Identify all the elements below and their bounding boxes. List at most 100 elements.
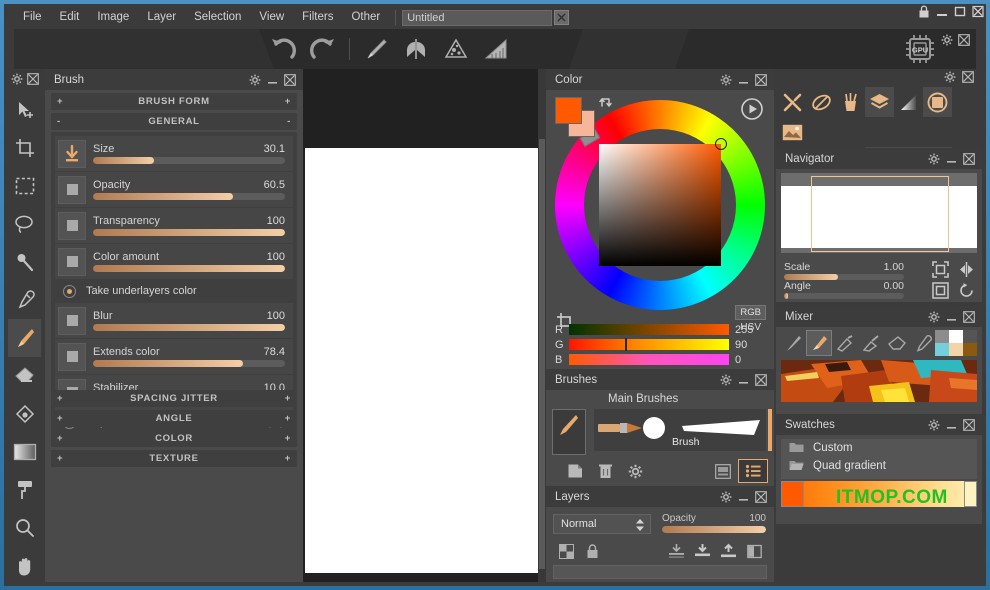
- undo-icon[interactable]: [264, 31, 302, 67]
- document-title-field[interactable]: Untitled: [402, 10, 552, 26]
- eyedropper-tool[interactable]: [8, 281, 41, 319]
- mixer-canvas[interactable]: [781, 360, 977, 402]
- pressure-toggle-icon[interactable]: [58, 343, 86, 371]
- gpu-indicator-icon[interactable]: GPU: [902, 31, 938, 67]
- canvas-document[interactable]: [305, 148, 538, 573]
- radio-button-selected[interactable]: [63, 285, 76, 298]
- close-icon[interactable]: [284, 74, 296, 86]
- minimize-icon[interactable]: [935, 5, 948, 18]
- color-mode-rgb[interactable]: RGB: [735, 305, 766, 320]
- tools-icon[interactable]: [778, 87, 807, 117]
- gear-icon[interactable]: [720, 374, 732, 386]
- minimize-icon[interactable]: [267, 74, 278, 85]
- lasso-tool[interactable]: [8, 205, 41, 243]
- channel-row-r[interactable]: R 255: [555, 323, 765, 336]
- channel-slider-b[interactable]: [569, 354, 729, 365]
- symmetry-icon[interactable]: [397, 31, 435, 67]
- zoom-tool[interactable]: [8, 509, 41, 547]
- merge-up-icon[interactable]: [715, 541, 741, 561]
- slider-row-opacity[interactable]: Opacity60.5: [55, 172, 293, 207]
- mini-swatch[interactable]: [963, 343, 977, 356]
- gear-icon[interactable]: [720, 74, 732, 86]
- radio-take-underlayers-color[interactable]: Take underlayers color: [55, 280, 293, 302]
- menu-item-view[interactable]: View: [250, 6, 293, 29]
- reset-rotation-icon[interactable]: [956, 282, 976, 299]
- actual-size-icon[interactable]: [930, 282, 950, 299]
- mixer-brush-icon[interactable]: [806, 330, 832, 356]
- menu-item-file[interactable]: File: [14, 6, 51, 29]
- close-icon[interactable]: [963, 419, 975, 431]
- slider-track[interactable]: [93, 193, 285, 200]
- gear-icon[interactable]: [944, 71, 956, 86]
- marquee-tool[interactable]: [8, 167, 41, 205]
- mixer-eraser-icon[interactable]: [884, 330, 910, 356]
- hand-tool[interactable]: [8, 547, 41, 585]
- slider-track[interactable]: [93, 324, 285, 331]
- gear-icon[interactable]: [249, 74, 261, 86]
- play-icon[interactable]: [740, 97, 764, 124]
- crop-tool[interactable]: [8, 129, 41, 167]
- navigator-angle-row[interactable]: Angle 0.00: [784, 280, 904, 299]
- active-brush-tile[interactable]: [552, 409, 586, 455]
- brush-scrollbar-thumb[interactable]: [768, 409, 772, 451]
- brush-preview-strip[interactable]: Brush: [594, 409, 766, 451]
- flip-icon[interactable]: [741, 541, 767, 561]
- brush-pot-icon[interactable]: [836, 87, 865, 117]
- merge-icon[interactable]: [689, 541, 715, 561]
- saturation-value-cursor[interactable]: [715, 138, 727, 150]
- redo-icon[interactable]: [304, 31, 342, 67]
- slider-track[interactable]: [784, 293, 904, 299]
- image-icon[interactable]: [778, 117, 807, 147]
- brush-tool[interactable]: [8, 319, 41, 357]
- foreground-color-swatch[interactable]: [555, 97, 582, 124]
- gear-icon[interactable]: [940, 33, 953, 46]
- gradient-icon[interactable]: [894, 87, 923, 117]
- fit-to-screen-icon[interactable]: [930, 261, 950, 278]
- gear-icon[interactable]: [928, 311, 940, 323]
- gradient-end-chip[interactable]: [964, 481, 977, 507]
- menu-item-image[interactable]: Image: [88, 6, 138, 29]
- move-tool[interactable]: [8, 91, 41, 129]
- brush-settings-icon[interactable]: [807, 87, 836, 117]
- mixer-pen-icon[interactable]: [780, 330, 806, 356]
- layer-row[interactable]: [553, 565, 767, 579]
- slider-row-extends-color[interactable]: Extends color78.4: [55, 339, 293, 374]
- minimize-icon[interactable]: [946, 153, 957, 164]
- close-icon[interactable]: [755, 374, 767, 386]
- pressure-toggle-icon[interactable]: [58, 176, 86, 204]
- fill-tool[interactable]: [8, 395, 41, 433]
- pressure-toggle-icon[interactable]: [58, 248, 86, 276]
- mini-swatch[interactable]: [963, 330, 977, 343]
- blend-mode-select[interactable]: Normal: [553, 514, 651, 534]
- scatter-icon[interactable]: [437, 31, 475, 67]
- swatch-folder-custom[interactable]: Custom: [781, 439, 977, 457]
- minimize-icon[interactable]: [738, 74, 749, 85]
- mixer-knife-icon[interactable]: [832, 330, 858, 356]
- slider-track[interactable]: [93, 360, 285, 367]
- pressure-toggle-icon[interactable]: [58, 212, 86, 240]
- mixer-mini-swatches[interactable]: [935, 330, 977, 356]
- canvas-area[interactable]: [303, 69, 546, 582]
- roller-tool[interactable]: [8, 471, 41, 509]
- navigator-viewport-rect[interactable]: [811, 176, 949, 252]
- channel-slider-r[interactable]: [569, 324, 729, 335]
- menu-item-selection[interactable]: Selection: [185, 6, 250, 29]
- new-brush-icon[interactable]: [560, 459, 590, 483]
- slider-row-transparency[interactable]: Transparency100: [55, 208, 293, 243]
- close-icon[interactable]: [963, 311, 975, 323]
- lock-icon[interactable]: [917, 5, 930, 18]
- gear-icon[interactable]: [720, 491, 732, 503]
- color-wheel-icon[interactable]: [923, 87, 952, 117]
- slider-track[interactable]: [93, 157, 285, 164]
- gradient-tool[interactable]: [8, 433, 41, 471]
- gear-icon[interactable]: [928, 419, 940, 431]
- mixer-eyedropper-icon[interactable]: [910, 330, 936, 356]
- chevron-updown-icon[interactable]: [635, 518, 645, 535]
- mini-swatch[interactable]: [949, 343, 963, 356]
- flip-horizontal-icon[interactable]: [956, 261, 976, 278]
- close-icon[interactable]: [755, 74, 767, 86]
- minimize-icon[interactable]: [738, 374, 749, 385]
- section-brush-form[interactable]: + BRUSH FORM +: [51, 93, 297, 110]
- mini-swatch[interactable]: [949, 330, 963, 343]
- eraser-tool[interactable]: [8, 357, 41, 395]
